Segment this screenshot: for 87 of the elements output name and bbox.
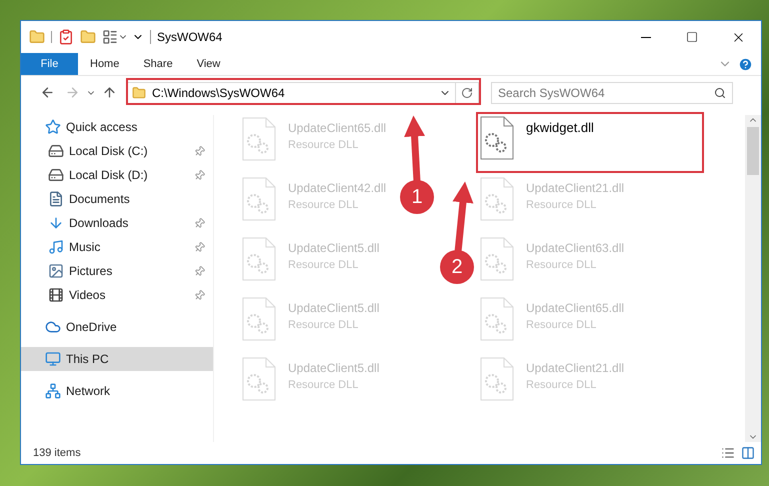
file-name: UpdateClient65.dll [288, 120, 386, 137]
details-view-icon[interactable] [721, 446, 735, 460]
help-icon[interactable] [738, 56, 753, 72]
ribbon-tab[interactable]: Share [131, 53, 185, 75]
settings-file-icon [242, 297, 276, 341]
picture-icon [48, 263, 64, 279]
sidebar-item[interactable]: Network [21, 379, 213, 403]
file-name: gkwidget.dll [526, 119, 594, 137]
scrollbar[interactable] [745, 115, 761, 442]
back-icon[interactable] [40, 85, 55, 100]
search-icon [714, 86, 726, 98]
minimize-icon [641, 36, 651, 38]
sidebar-item[interactable]: Music [21, 235, 213, 259]
file-name: UpdateClient63.dll [526, 240, 624, 257]
drive-icon [48, 167, 64, 183]
file-type: Resource DLL [288, 258, 360, 273]
sidebar-item[interactable]: Quick access [21, 115, 213, 139]
sidebar-item[interactable]: Documents [21, 187, 213, 211]
maximize-icon [686, 31, 698, 43]
sidebar-label: Local Disk (C:) [69, 143, 148, 160]
file-name: UpdateClient21.dll [526, 360, 624, 377]
ribbon-tab[interactable]: View [184, 53, 232, 75]
ribbon-tab[interactable]: Home [78, 53, 132, 75]
sidebar-label: OneDrive [66, 319, 117, 336]
file-name: UpdateClient21.dll [526, 180, 624, 197]
settings-file-icon [242, 357, 276, 401]
sidebar-label: Downloads [69, 215, 128, 232]
file-name: UpdateClient5.dll [288, 300, 380, 317]
cloud-icon [45, 319, 61, 335]
properties-icon[interactable] [58, 29, 74, 45]
file-name: UpdateClient5.dll [288, 360, 380, 377]
film-icon [48, 287, 64, 303]
search-field[interactable]: Search SysWOW64 [491, 82, 733, 104]
file-item[interactable]: gkwidget.dll [480, 116, 594, 168]
file-name: UpdateClient5.dll [288, 240, 380, 257]
address-path: C:\Windows\SysWOW64 [152, 84, 285, 102]
settings-file-icon [480, 297, 514, 341]
file-type: Resource DLL [526, 378, 598, 393]
file-type: Resource DLL [288, 138, 360, 153]
sidebar-label: Quick access [66, 119, 138, 136]
view-options-icon[interactable] [102, 29, 118, 45]
sidebar-item[interactable]: Videos [21, 283, 213, 307]
star-icon [45, 119, 61, 135]
file-type: Resource DLL [526, 198, 598, 213]
large-icons-view-icon[interactable] [741, 446, 755, 460]
sidebar-label: Pictures [69, 263, 112, 280]
settings-file-icon [480, 237, 514, 281]
file-type: Resource DLL [288, 198, 360, 213]
sidebar-item[interactable]: Pictures [21, 259, 213, 283]
annotation-arrow [452, 182, 474, 252]
sidebar-label: Videos [69, 287, 106, 304]
network-icon [45, 383, 61, 399]
document-icon [48, 191, 64, 207]
file-tab[interactable]: File [21, 53, 78, 75]
file-type: Resource DLL [526, 258, 598, 273]
sidebar-item[interactable]: Local Disk (D:) [21, 163, 213, 187]
file-name: UpdateClient42.dll [288, 180, 386, 197]
refresh-icon[interactable] [461, 86, 473, 98]
file-type: Resource DLL [288, 318, 360, 333]
settings-file-icon [480, 116, 514, 160]
settings-file-icon [480, 357, 514, 401]
settings-file-icon [242, 237, 276, 281]
drive-icon [48, 143, 64, 159]
folder-icon [132, 86, 146, 100]
sidebar-item[interactable]: OneDrive [21, 315, 213, 339]
sidebar-label: Music [69, 239, 100, 256]
settings-file-icon [480, 177, 514, 221]
sidebar-label: This PC [66, 351, 109, 368]
sidebar-label: Network [66, 383, 110, 400]
download-icon [48, 215, 64, 231]
sidebar-item[interactable]: Downloads [21, 211, 213, 235]
sidebar-item[interactable]: Local Disk (C:) [21, 139, 213, 163]
up-icon[interactable] [102, 85, 117, 100]
monitor-icon [45, 351, 61, 367]
settings-file-icon [242, 117, 276, 161]
window-title: SysWOW64 [157, 29, 222, 46]
sidebar-item[interactable]: This PC [21, 347, 213, 371]
scrollbar-thumb[interactable] [747, 127, 759, 175]
annotation-arrow [404, 116, 426, 182]
settings-file-icon [242, 177, 276, 221]
file-type: Resource DLL [526, 318, 598, 333]
file-type: Resource DLL [288, 378, 360, 393]
sidebar-label: Local Disk (D:) [69, 167, 148, 184]
file-name: UpdateClient65.dll [526, 300, 624, 317]
sidebar-label: Documents [69, 191, 130, 208]
music-note-icon [48, 239, 64, 255]
item-count: 139 items [33, 446, 81, 461]
